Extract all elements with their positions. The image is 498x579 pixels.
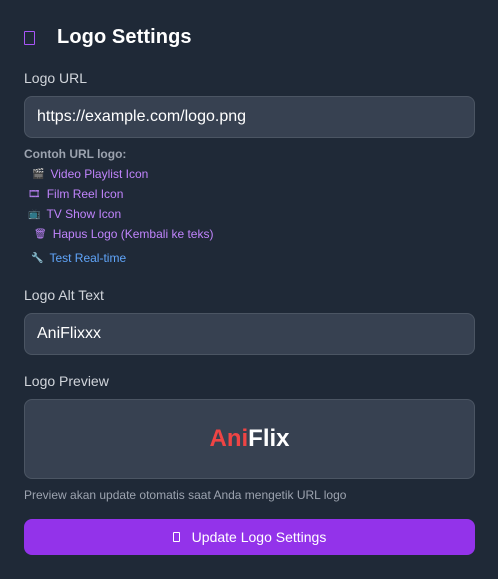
alt-text-label: Logo Alt Text: [24, 287, 104, 303]
example-link-film-reel[interactable]: 🎞 Film Reel Icon: [28, 187, 123, 201]
clapperboard-icon: 🎬: [32, 168, 45, 180]
example-link-label: Film Reel Icon: [46, 187, 124, 201]
remove-logo-link[interactable]: 🗑 Hapus Logo (Kembali ke teks): [34, 227, 213, 241]
example-link-label: Video Playlist Icon: [50, 167, 149, 181]
panel-header: Logo Settings: [24, 26, 192, 49]
page-title: Logo Settings: [57, 26, 192, 48]
brand-text-part2: Flix: [248, 425, 290, 452]
logo-preview-label: Logo Preview: [24, 373, 109, 389]
example-link-video-playlist[interactable]: 🎬 Video Playlist Icon: [32, 167, 148, 181]
alt-text-input[interactable]: AniFlixxx: [24, 313, 475, 355]
square-outline-icon: [172, 532, 180, 542]
logo-preview-box: AniFlix: [24, 399, 475, 479]
example-link-label: TV Show Icon: [46, 207, 122, 221]
test-realtime-link[interactable]: 🔧 Test Real-time: [31, 251, 126, 265]
film-reel-icon: 🎞: [28, 188, 41, 200]
examples-title: Contoh URL logo:: [24, 147, 127, 161]
preview-hint: Preview akan update otomatis saat Anda m…: [24, 488, 347, 502]
trash-icon: 🗑: [34, 228, 47, 240]
test-realtime-label: Test Real-time: [49, 251, 127, 265]
example-link-label: Hapus Logo (Kembali ke teks): [52, 227, 214, 241]
example-link-tv-show[interactable]: 📺 TV Show Icon: [28, 207, 121, 221]
brand-text-part1: Ani: [209, 425, 249, 452]
square-outline-icon: [24, 31, 35, 45]
logo-url-input[interactable]: https://example.com/logo.png: [24, 96, 475, 138]
logo-url-label: Logo URL: [24, 70, 88, 86]
brand-text: AniFlix: [209, 425, 289, 453]
wrench-icon: 🔧: [31, 252, 44, 264]
update-logo-button[interactable]: Update Logo Settings: [24, 519, 475, 555]
update-button-label: Update Logo Settings: [191, 529, 327, 545]
tv-icon: 📺: [28, 208, 41, 220]
logo-settings-panel: Logo Settings Logo URL https://example.c…: [0, 0, 498, 579]
